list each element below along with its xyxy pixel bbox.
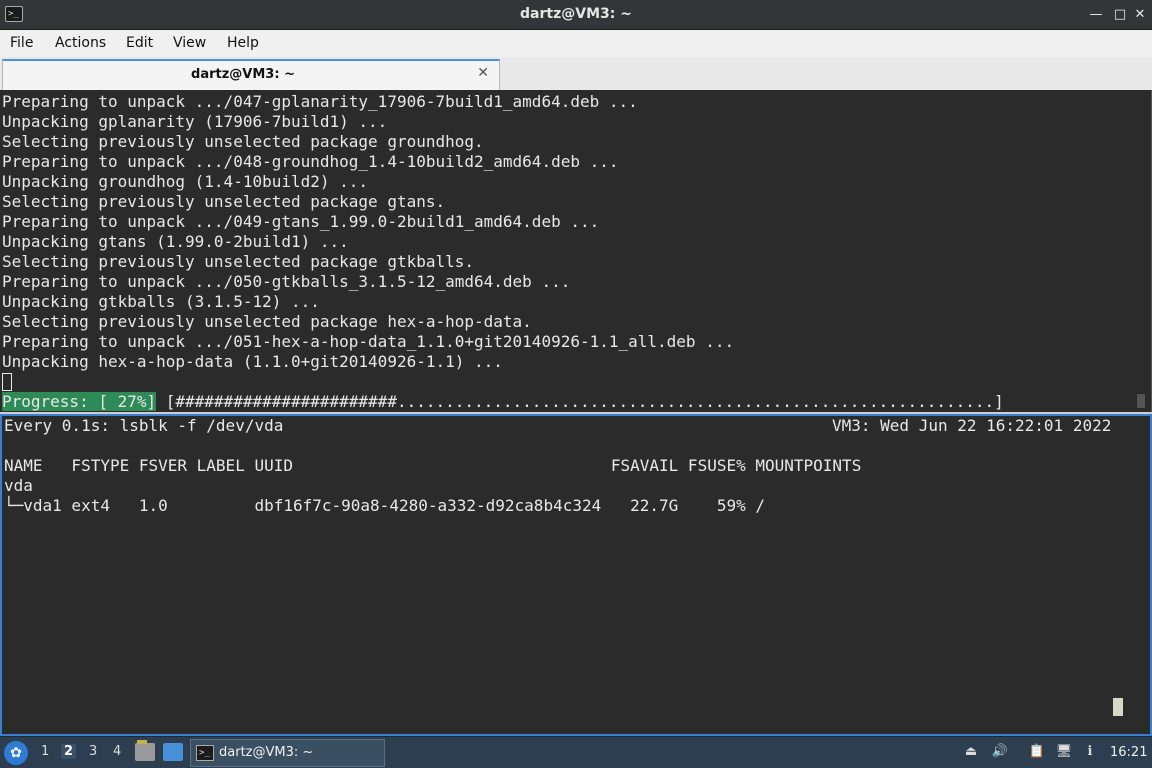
file-manager-icon[interactable] — [135, 740, 155, 761]
progress-bar: [#######################................… — [156, 392, 1004, 411]
scrollbar-handle[interactable] — [1137, 394, 1145, 408]
terminal-line: Unpacking groundhog (1.4-10build2) ... — [2, 172, 369, 191]
menu-view[interactable]: View — [173, 35, 206, 51]
start-menu-icon[interactable]: ✿ — [4, 741, 28, 765]
terminal-line: Preparing to unpack .../048-groundhog_1.… — [2, 152, 619, 171]
volume-icon[interactable]: 🔊 — [991, 743, 1009, 761]
lsblk-row: └─vda1 ext4 1.0 dbf16f7c-90a8-4280-a332-… — [4, 496, 765, 515]
notification-icon[interactable]: ℹ — [1081, 743, 1099, 761]
tab-close-icon[interactable]: ✕ — [477, 65, 489, 81]
network-icon[interactable]: 🖥 — [1055, 743, 1073, 761]
progress-line: Progress: [ 27%] [######################… — [2, 392, 1004, 412]
terminal-line: Selecting previously unselected package … — [2, 312, 532, 331]
terminal-line: Unpacking gtans (1.99.0-2build1) ... — [2, 232, 349, 251]
taskbar-item-terminal[interactable]: >_ dartz@VM3: ~ — [190, 739, 385, 767]
terminal-pane-top[interactable]: Preparing to unpack .../047-gplanarity_1… — [0, 90, 1152, 412]
terminal-line: Selecting previously unselected package … — [2, 252, 475, 271]
minimize-button[interactable]: — — [1086, 5, 1106, 25]
terminal-line: Selecting previously unselected package … — [2, 192, 446, 211]
tab-bar: dartz@VM3: ~ ✕ — [0, 57, 1152, 90]
progress-label: Progress: [ 27%] — [2, 392, 157, 411]
terminal-line: Unpacking hex-a-hop-data (1.1.0+git20140… — [2, 352, 503, 371]
taskbar-item-label: dartz@VM3: ~ — [219, 745, 314, 760]
tab-terminal[interactable]: dartz@VM3: ~ ✕ — [2, 59, 500, 90]
workspace-3[interactable]: 3 — [89, 744, 97, 759]
show-desktop-icon[interactable] — [163, 743, 183, 761]
menu-actions[interactable]: Actions — [55, 35, 106, 51]
menu-edit[interactable]: Edit — [126, 35, 153, 51]
terminal-line: Unpacking gplanarity (17906-7build1) ... — [2, 112, 388, 131]
menu-bar: File Actions Edit View Help — [0, 30, 1152, 57]
clipboard-icon[interactable]: 📋 — [1028, 743, 1046, 761]
maximize-button[interactable]: □ — [1110, 5, 1130, 25]
terminal-pane-bottom[interactable]: Every 0.1s: lsblk -f /dev/vda VM3: Wed J… — [0, 414, 1152, 736]
eject-icon[interactable]: ⏏ — [962, 743, 980, 761]
terminal-line: Selecting previously unselected package … — [2, 132, 484, 151]
watch-header-right: VM3: Wed Jun 22 16:22:01 2022 — [832, 416, 1112, 435]
terminal-line: Preparing to unpack .../050-gtkballs_3.1… — [2, 272, 571, 291]
watch-header-left: Every 0.1s: lsblk -f /dev/vda — [4, 416, 284, 435]
window-title: dartz@VM3: ~ — [520, 6, 632, 22]
terminal-icon: >_ — [196, 745, 214, 761]
close-button[interactable]: ✕ — [1130, 5, 1150, 25]
lsblk-header: NAME FSTYPE FSVER LABEL UUID FSAVAIL FSU… — [4, 456, 862, 475]
clock[interactable]: 16:21 — [1110, 745, 1147, 760]
window-titlebar: >_ dartz@VM3: ~ — □ ✕ — [0, 0, 1152, 30]
terminal-cursor — [1113, 698, 1123, 716]
terminal-line: Preparing to unpack .../047-gplanarity_1… — [2, 92, 638, 111]
workspace-4[interactable]: 4 — [113, 744, 121, 759]
workspace-1[interactable]: 1 — [41, 744, 49, 759]
menu-help[interactable]: Help — [227, 35, 259, 51]
terminal-cursor — [2, 373, 12, 391]
taskbar: ✿ 1 2 3 4 >_ dartz@VM3: ~ ⏏ 🔊 📋 🖥 ℹ 16:2… — [0, 736, 1152, 768]
terminal-line: Preparing to unpack .../051-hex-a-hop-da… — [2, 332, 735, 351]
terminal-line: Unpacking gtkballs (3.1.5-12) ... — [2, 292, 320, 311]
workspace-2[interactable]: 2 — [61, 744, 77, 759]
terminal-line: Preparing to unpack .../049-gtans_1.99.0… — [2, 212, 600, 231]
menu-file[interactable]: File — [10, 35, 33, 51]
tab-label: dartz@VM3: ~ — [191, 67, 295, 82]
lsblk-row: vda — [4, 476, 33, 495]
